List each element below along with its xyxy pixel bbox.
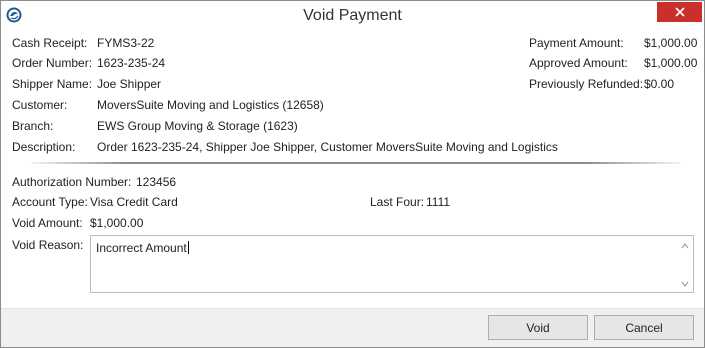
void-reason-textarea[interactable]: Incorrect Amount bbox=[90, 235, 694, 293]
void-payment-dialog: Void Payment Cash Receipt: FYMS3-22 Orde… bbox=[0, 0, 705, 348]
account-type-label: Account Type: bbox=[12, 195, 88, 209]
customer-label: Customer: bbox=[12, 98, 68, 112]
authorization-number-label: Authorization Number: bbox=[12, 175, 132, 189]
shipper-name-value: Joe Shipper bbox=[97, 77, 162, 91]
title-bar: Void Payment bbox=[1, 1, 704, 30]
void-reason-value: Incorrect Amount bbox=[96, 241, 187, 255]
close-button[interactable] bbox=[657, 2, 702, 22]
last-four-value: 1111 bbox=[426, 195, 451, 209]
approved-amount-value: $1,000.00 bbox=[644, 56, 698, 70]
payment-amount-label: Payment Amount: bbox=[529, 36, 624, 50]
scroll-up-icon[interactable] bbox=[680, 240, 690, 250]
shipper-name-label: Shipper Name: bbox=[12, 77, 93, 91]
void-button[interactable]: Void bbox=[488, 315, 588, 340]
text-caret bbox=[187, 241, 189, 254]
previously-refunded-value: $0.00 bbox=[644, 77, 675, 91]
section-divider bbox=[31, 162, 681, 164]
payment-amount-value: $1,000.00 bbox=[644, 36, 698, 50]
description-value: Order 1623-235-24, Shipper Joe Shipper, … bbox=[97, 140, 558, 154]
account-type-value: Visa Credit Card bbox=[90, 195, 178, 209]
void-reason-text: Incorrect Amount bbox=[96, 241, 189, 255]
last-four-label: Last Four: bbox=[370, 195, 425, 209]
void-reason-label: Void Reason: bbox=[12, 238, 84, 252]
order-number-label: Order Number: bbox=[12, 56, 93, 70]
authorization-number-value: 123456 bbox=[136, 175, 177, 189]
approved-amount-label: Approved Amount: bbox=[529, 56, 628, 70]
dialog-footer: Void Cancel bbox=[1, 308, 704, 347]
scroll-down-icon[interactable] bbox=[680, 278, 690, 288]
cash-receipt-label: Cash Receipt: bbox=[12, 36, 88, 50]
void-amount-label: Void Amount: bbox=[12, 216, 83, 230]
customer-value: MoversSuite Moving and Logistics (12658) bbox=[97, 98, 324, 112]
branch-value: EWS Group Moving & Storage (1623) bbox=[97, 119, 298, 133]
order-number-value: 1623-235-24 bbox=[97, 56, 166, 70]
cancel-button[interactable]: Cancel bbox=[594, 315, 694, 340]
close-icon bbox=[674, 5, 685, 20]
cash-receipt-value: FYMS3-22 bbox=[97, 36, 155, 50]
window-title: Void Payment bbox=[303, 7, 402, 24]
void-amount-value: $1,000.00 bbox=[90, 216, 144, 230]
previously-refunded-label: Previously Refunded: bbox=[529, 77, 644, 91]
description-label: Description: bbox=[12, 140, 76, 154]
branch-label: Branch: bbox=[12, 119, 54, 133]
